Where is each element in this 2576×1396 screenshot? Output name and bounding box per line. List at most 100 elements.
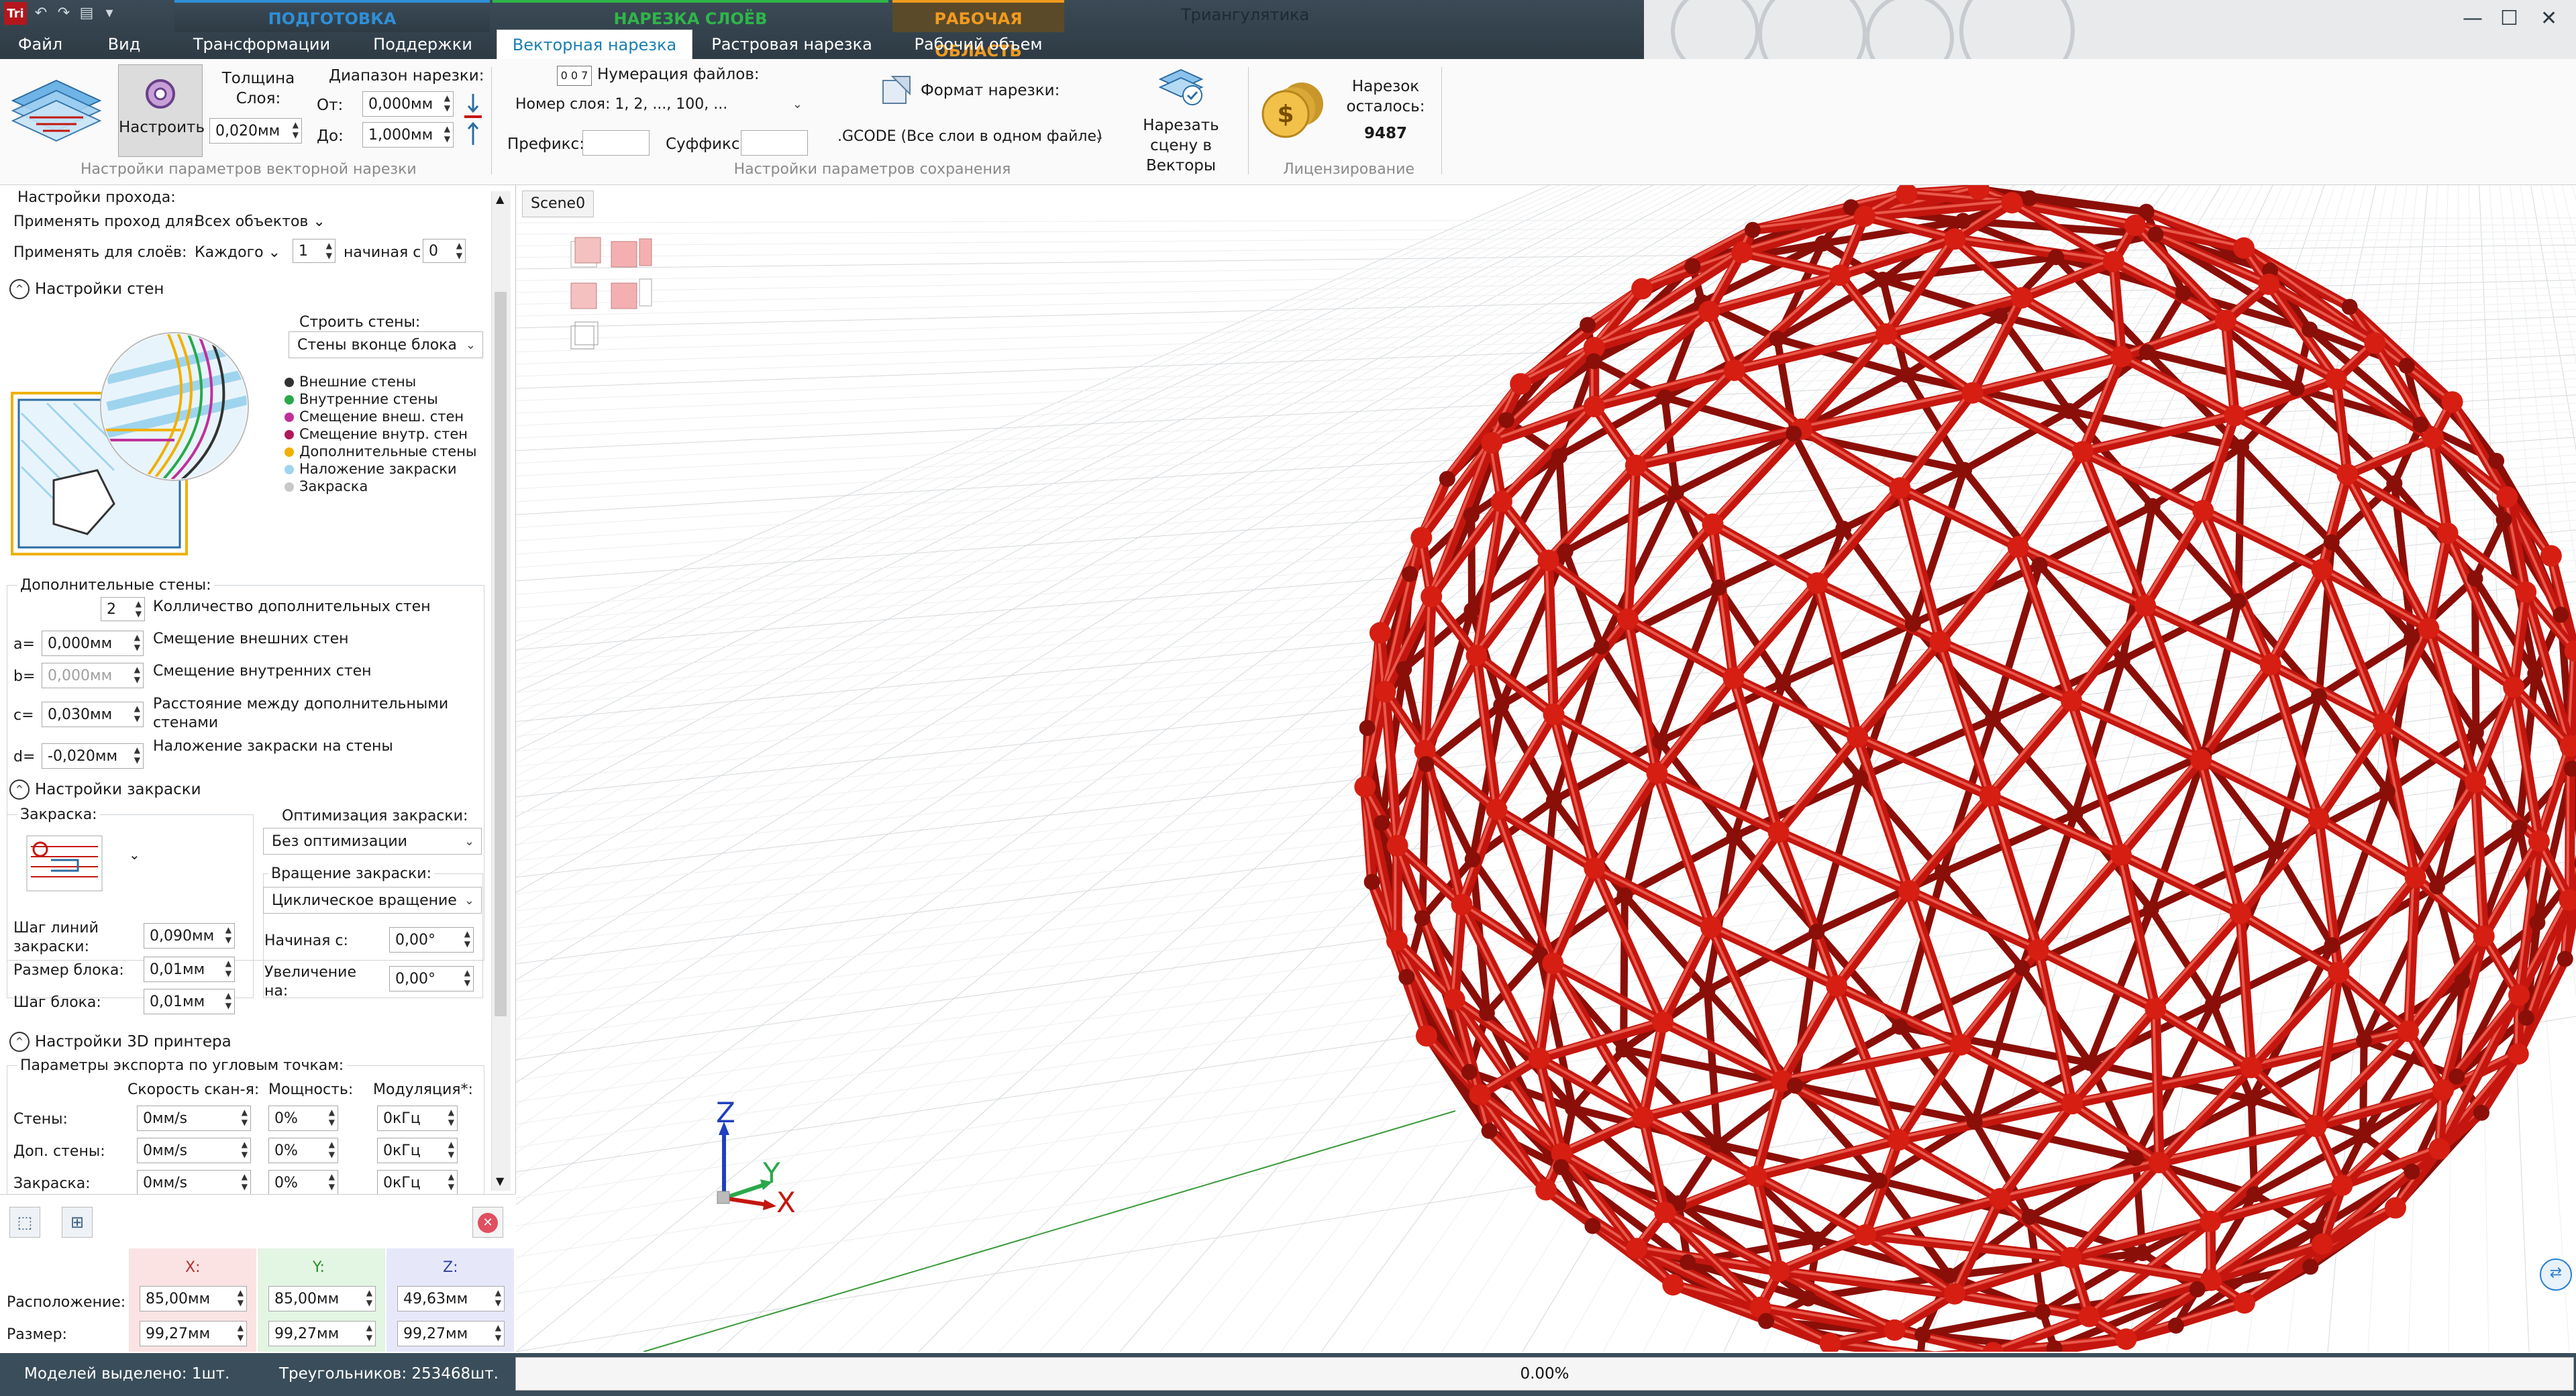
- view-right-icon[interactable]: [570, 282, 597, 309]
- spinner-arrows-icon[interactable]: ▲ ▼: [464, 929, 470, 949]
- block-size-input[interactable]: 0,01мм ▲ ▼: [144, 957, 235, 982]
- c-input[interactable]: 0,030мм ▲ ▼: [42, 702, 144, 727]
- transform-tool-icon[interactable]: ⬚: [9, 1207, 40, 1238]
- spinner-arrows-icon[interactable]: ▲ ▼: [326, 241, 332, 261]
- increase-input[interactable]: 0,00° ▲ ▼: [389, 966, 474, 991]
- walls-speed-input[interactable]: 0мм/s ▲ ▼: [137, 1106, 251, 1131]
- printer-section-header[interactable]: ^ Настройки 3D принтера: [9, 1032, 231, 1052]
- apply-for-select[interactable]: Всех объектов ⌄: [195, 213, 325, 230]
- minimize-icon[interactable]: —: [2463, 7, 2483, 30]
- remote-support-icon[interactable]: ⇄: [2540, 1258, 2572, 1291]
- lattice-sphere-model[interactable]: [1354, 185, 2576, 1352]
- spinner-arrows-icon[interactable]: ▲ ▼: [225, 991, 231, 1011]
- size-z-input[interactable]: 99,27мм ▲ ▼: [397, 1321, 505, 1346]
- redo-icon[interactable]: ↷: [55, 5, 72, 22]
- tab-file[interactable]: Файл: [0, 30, 81, 59]
- spinner-arrows-icon[interactable]: ▲ ▼: [366, 1323, 372, 1343]
- tab-vector-slicing[interactable]: Векторная нарезка: [497, 30, 692, 60]
- pos-x-input[interactable]: 85,00мм ▲ ▼: [140, 1286, 247, 1311]
- spinner-arrows-icon[interactable]: ▲ ▼: [134, 704, 140, 724]
- tab-view[interactable]: Вид: [87, 30, 161, 59]
- extra-count-input[interactable]: 2 ▲ ▼: [101, 597, 145, 621]
- settings-scrollbar[interactable]: ▲ ▼: [491, 191, 511, 1191]
- spinner-arrows-icon[interactable]: ▲ ▼: [329, 1172, 335, 1192]
- layer-number-select[interactable]: Номер слоя: 1, 2, ..., 100, ... ⌄: [507, 91, 809, 118]
- a-input[interactable]: 0,000мм ▲ ▼: [42, 631, 144, 656]
- spinner-arrows-icon[interactable]: ▲ ▼: [448, 1140, 454, 1160]
- spinner-arrows-icon[interactable]: ▲ ▼: [456, 241, 462, 261]
- 3d-viewport[interactable]: Z Y X ⇄: [516, 185, 2576, 1352]
- spinner-arrows-icon[interactable]: ▲ ▼: [366, 1288, 372, 1308]
- scene-canvas[interactable]: [516, 185, 2576, 1352]
- tab-raster-slicing[interactable]: Растровая нарезка: [698, 30, 886, 59]
- b-input[interactable]: 0,000мм ▲ ▼: [42, 663, 144, 688]
- block-step-input[interactable]: 0,01мм ▲ ▼: [144, 989, 235, 1014]
- d-input[interactable]: -0,020мм ▲ ▼: [42, 743, 144, 769]
- view-top-icon[interactable]: [611, 282, 637, 309]
- apply-layers-select[interactable]: Каждого ⌄: [195, 244, 280, 261]
- extra-walls-power-input[interactable]: 0% ▲ ▼: [268, 1138, 338, 1163]
- tab-transformations[interactable]: Трансформации: [174, 30, 349, 59]
- from-input[interactable]: 0,000мм ▲ ▼: [362, 91, 454, 117]
- fill-pattern-select[interactable]: ⌄: [24, 833, 152, 894]
- spinner-arrows-icon[interactable]: ▲ ▼: [448, 1108, 454, 1128]
- spinner-arrows-icon[interactable]: ▲ ▼: [225, 959, 231, 979]
- fill-speed-input[interactable]: 0мм/s ▲ ▼: [137, 1170, 251, 1194]
- spinner-arrows-icon[interactable]: ▲ ▼: [242, 1108, 248, 1128]
- layer-step-input[interactable]: 1 ▲ ▼: [293, 239, 336, 263]
- prefix-input[interactable]: [582, 130, 650, 156]
- layer-thickness-input[interactable]: 0,020мм ▲ ▼: [209, 118, 302, 144]
- fill-section-header[interactable]: ^ Настройки закраски: [9, 780, 201, 800]
- fill-rotation-select[interactable]: Циклическое вращение ⌄: [263, 887, 482, 914]
- tab-work-volume[interactable]: Рабочий объем: [892, 30, 1064, 59]
- extra-walls-speed-input[interactable]: 0мм/s ▲ ▼: [137, 1138, 251, 1163]
- pos-z-input[interactable]: 49,63мм ▲ ▼: [397, 1286, 505, 1311]
- spinner-arrows-icon[interactable]: ▲ ▼: [134, 745, 140, 765]
- spinner-arrows-icon[interactable]: ▲ ▼: [495, 1323, 501, 1343]
- view-front-icon[interactable]: [570, 237, 601, 268]
- spinner-arrows-icon[interactable]: ▲ ▼: [448, 1172, 454, 1192]
- view-bottom-icon[interactable]: [639, 278, 652, 307]
- scroll-down-icon[interactable]: ▼: [496, 1175, 504, 1187]
- line-step-input[interactable]: 0,090мм ▲ ▼: [144, 923, 235, 949]
- walls-section-header[interactable]: ^ Настройки стен: [9, 279, 164, 299]
- starting-input[interactable]: 0 ▲ ▼: [423, 239, 466, 263]
- walls-mod-input[interactable]: 0кГц ▲ ▼: [377, 1106, 458, 1131]
- fill-optimization-select[interactable]: Без оптимизации ⌄: [263, 828, 482, 855]
- spinner-arrows-icon[interactable]: ▲ ▼: [444, 93, 450, 113]
- size-y-input[interactable]: 99,27мм ▲ ▼: [268, 1321, 376, 1346]
- flag-icon[interactable]: ▤: [78, 5, 95, 22]
- spinner-arrows-icon[interactable]: ▲ ▼: [225, 925, 231, 945]
- fill-power-input[interactable]: 0% ▲ ▼: [268, 1170, 338, 1194]
- spinner-arrows-icon[interactable]: ▲ ▼: [134, 633, 140, 653]
- tab-scene0[interactable]: Scene0: [522, 191, 595, 217]
- spinner-arrows-icon[interactable]: ▲ ▼: [444, 124, 450, 144]
- spinner-arrows-icon[interactable]: ▲ ▼: [464, 968, 470, 988]
- view-left-icon[interactable]: [639, 238, 652, 266]
- close-icon[interactable]: ✕: [2540, 7, 2557, 30]
- pos-y-input[interactable]: 85,00мм ▲ ▼: [268, 1286, 376, 1311]
- scroll-up-icon[interactable]: ▲: [496, 193, 504, 205]
- start-at-input[interactable]: 0,00° ▲ ▼: [389, 927, 474, 953]
- extra-walls-mod-input[interactable]: 0кГц ▲ ▼: [377, 1138, 458, 1163]
- spinner-arrows-icon[interactable]: ▲ ▼: [242, 1172, 248, 1192]
- spinner-arrows-icon[interactable]: ▲ ▼: [329, 1140, 335, 1160]
- to-input[interactable]: 1,000мм ▲ ▼: [362, 122, 454, 148]
- transform-tool-icon[interactable]: ⊞: [62, 1207, 93, 1238]
- spinner-arrows-icon[interactable]: ▲ ▼: [329, 1108, 335, 1128]
- build-walls-select[interactable]: Стены вконце блока ⌄: [289, 331, 483, 358]
- maximize-icon[interactable]: ☐: [2500, 7, 2518, 30]
- reset-icon[interactable]: ✕: [472, 1207, 503, 1238]
- fill-mod-input[interactable]: 0кГц ▲ ▼: [377, 1170, 458, 1194]
- slice-scene-button[interactable]: Нарезать сцену в Векторы: [1121, 64, 1241, 174]
- view-back-icon[interactable]: [611, 241, 637, 268]
- spinner-arrows-icon[interactable]: ▲ ▼: [238, 1323, 244, 1343]
- slice-format-select[interactable]: .GCODE (Все слои в одном файле) ⌄: [829, 123, 1111, 150]
- walls-power-input[interactable]: 0% ▲ ▼: [268, 1106, 338, 1131]
- dropdown-icon[interactable]: ▾: [101, 5, 118, 22]
- suffix-input[interactable]: [741, 130, 808, 156]
- range-pick-icon[interactable]: [463, 93, 483, 146]
- undo-icon[interactable]: ↶: [32, 5, 50, 22]
- spinner-arrows-icon[interactable]: ▲ ▼: [495, 1288, 501, 1308]
- scrollbar-thumb[interactable]: [495, 292, 507, 1016]
